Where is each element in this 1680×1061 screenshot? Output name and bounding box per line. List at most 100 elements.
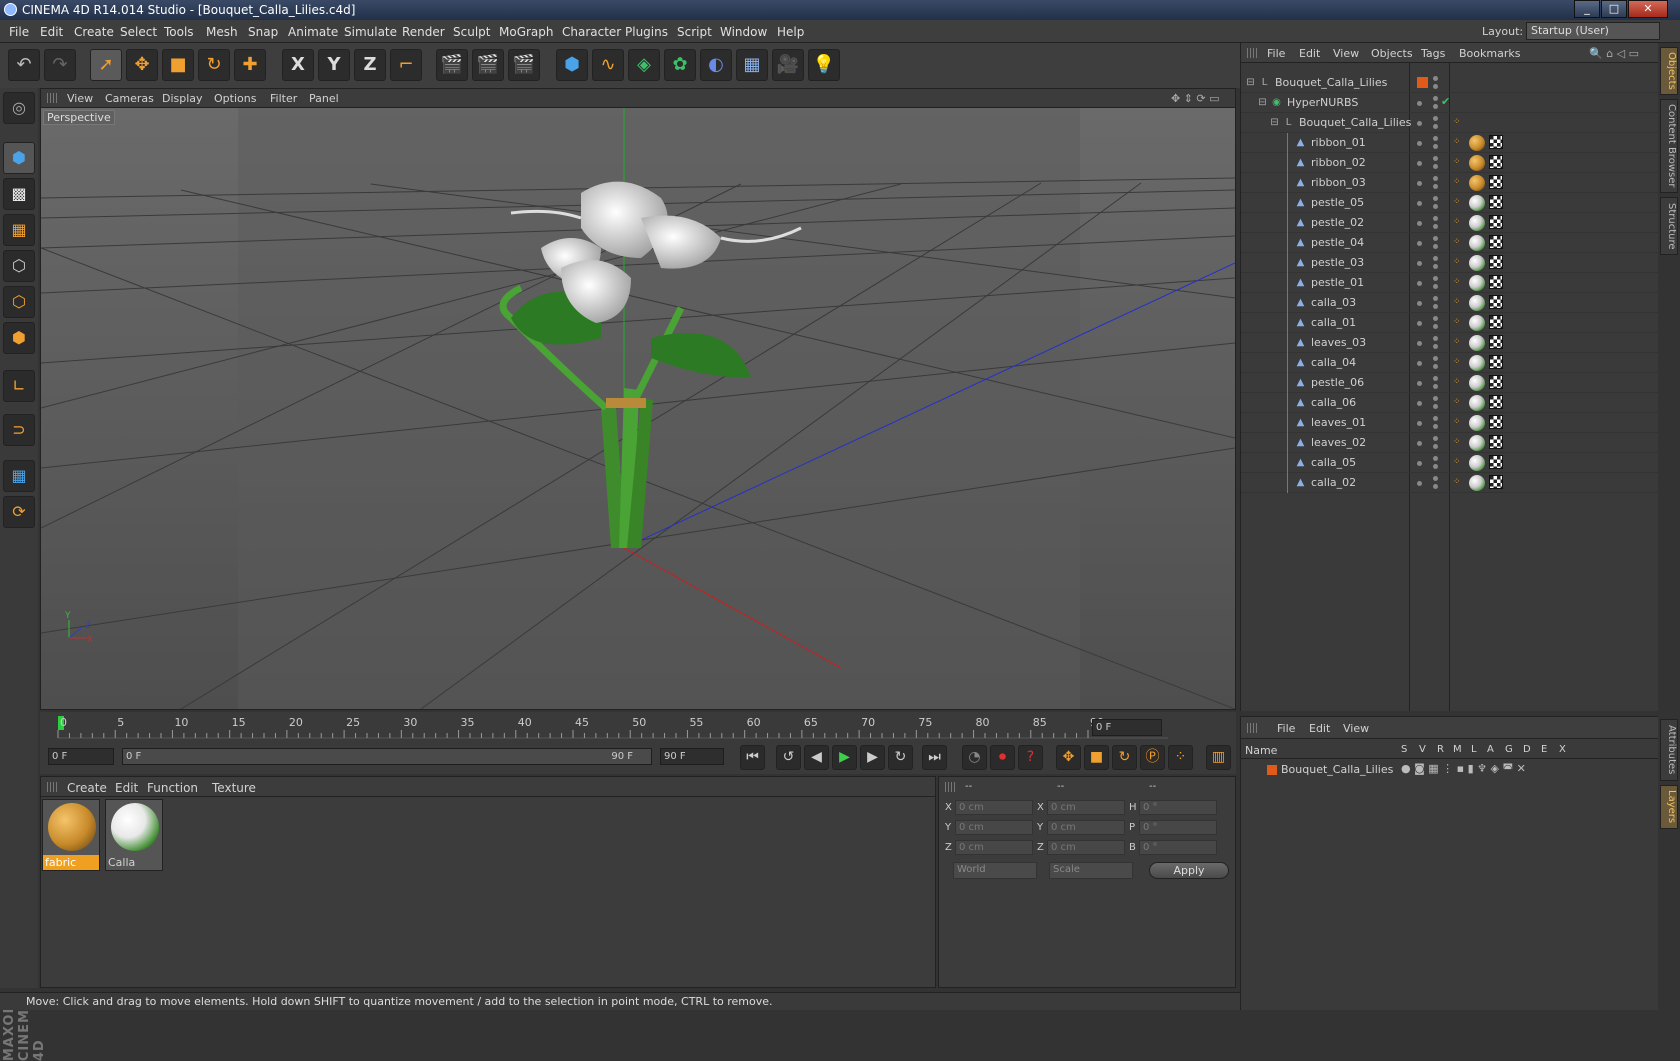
layer-col-xref[interactable]: X bbox=[1559, 744, 1566, 755]
visibility-dot[interactable] bbox=[1433, 196, 1438, 201]
viewport[interactable]: View Cameras Display Options Filter Pane… bbox=[40, 88, 1236, 710]
viewport-nav-icons[interactable]: ✥ ⇕ ⟳ ▭ bbox=[1171, 92, 1220, 105]
material-tag-icon[interactable] bbox=[1469, 315, 1485, 331]
render-dot[interactable] bbox=[1433, 384, 1438, 389]
layer-color-swatch[interactable] bbox=[1267, 765, 1277, 775]
phong-tag-icon[interactable]: ⁘ bbox=[1453, 117, 1461, 127]
spline-icon[interactable]: ∿ bbox=[592, 49, 624, 81]
material-tag-icon[interactable] bbox=[1469, 355, 1485, 371]
layer-dot[interactable] bbox=[1417, 161, 1422, 166]
key-position-icon[interactable]: ✥ bbox=[1056, 745, 1081, 770]
layer-col-manager[interactable]: M bbox=[1453, 744, 1462, 755]
layer-dot[interactable] bbox=[1417, 201, 1422, 206]
z-axis-icon[interactable]: Z bbox=[354, 49, 386, 81]
render-dot[interactable] bbox=[1433, 124, 1438, 129]
next-frame-icon[interactable]: ▶ bbox=[860, 745, 885, 770]
material-tag-icon[interactable] bbox=[1469, 215, 1485, 231]
layer-menu-edit[interactable]: Edit bbox=[1309, 722, 1330, 735]
frame-range-slider[interactable]: 0 F 90 F bbox=[122, 748, 652, 765]
phong-tag-icon[interactable]: ⁘ bbox=[1453, 377, 1461, 387]
render-dot[interactable] bbox=[1433, 204, 1438, 209]
layer-dot[interactable] bbox=[1417, 281, 1422, 286]
position-y-field[interactable]: 0 cm bbox=[955, 820, 1033, 835]
menu-snap[interactable]: Snap bbox=[248, 25, 278, 39]
layer-dot[interactable] bbox=[1417, 241, 1422, 246]
phong-tag-icon[interactable]: ⁘ bbox=[1453, 177, 1461, 187]
layer-dot[interactable] bbox=[1417, 381, 1422, 386]
object-row-child[interactable]: ▲ calla_04 ⁘ bbox=[1241, 353, 1659, 373]
prev-frame-icon[interactable]: ◀ bbox=[804, 745, 829, 770]
uvw-tag-icon[interactable] bbox=[1489, 475, 1503, 489]
layer-dot[interactable] bbox=[1417, 301, 1422, 306]
visibility-dot[interactable] bbox=[1433, 416, 1438, 421]
camera-icon[interactable]: 🎥 bbox=[772, 49, 804, 81]
uvw-tag-icon[interactable] bbox=[1489, 295, 1503, 309]
timeline-ruler[interactable]: 051015202530354045505560657075808590 bbox=[48, 712, 1178, 742]
tab-objects[interactable]: Objects bbox=[1660, 47, 1678, 95]
render-dot[interactable] bbox=[1433, 224, 1438, 229]
start-frame-field[interactable]: 0 F bbox=[48, 748, 114, 765]
maximize-button[interactable]: □ bbox=[1601, 0, 1627, 18]
tab-content-browser[interactable]: Content Browser bbox=[1660, 99, 1678, 193]
layer-dot[interactable] bbox=[1417, 341, 1422, 346]
mat-menu-edit[interactable]: Edit bbox=[115, 781, 138, 795]
menu-character[interactable]: Character bbox=[562, 25, 621, 39]
mat-menu-create[interactable]: Create bbox=[67, 781, 107, 795]
key-rotation-icon[interactable]: ↻ bbox=[1112, 745, 1137, 770]
phong-tag-icon[interactable]: ⁘ bbox=[1453, 477, 1461, 487]
phong-tag-icon[interactable]: ⁘ bbox=[1453, 337, 1461, 347]
uvw-tag-icon[interactable] bbox=[1489, 235, 1503, 249]
tab-attributes[interactable]: Attributes bbox=[1660, 719, 1678, 781]
layer-dot[interactable] bbox=[1417, 481, 1422, 486]
menu-edit[interactable]: Edit bbox=[40, 25, 63, 39]
uvw-tag-icon[interactable] bbox=[1489, 255, 1503, 269]
nurbs-icon[interactable]: ◈ bbox=[628, 49, 660, 81]
phong-tag-icon[interactable]: ⁘ bbox=[1453, 257, 1461, 267]
phong-tag-icon[interactable]: ⁘ bbox=[1453, 297, 1461, 307]
render-dot[interactable] bbox=[1433, 104, 1438, 109]
object-row-child[interactable]: ▲ calla_01 ⁘ bbox=[1241, 313, 1659, 333]
apply-button[interactable]: Apply bbox=[1149, 862, 1229, 879]
move-icon[interactable]: ✥ bbox=[126, 49, 158, 81]
render-dot[interactable] bbox=[1433, 404, 1438, 409]
uvw-tag-icon[interactable] bbox=[1489, 335, 1503, 349]
layer-toggle-icons[interactable]: ● ◙ ▦ ⋮ ▪ ▮ ♆ ◈ ◚ ✕ bbox=[1401, 762, 1526, 775]
material-tag-icon[interactable] bbox=[1469, 135, 1485, 151]
layer-dot[interactable] bbox=[1417, 441, 1422, 446]
cube-icon[interactable]: ⬢ bbox=[556, 49, 588, 81]
phong-tag-icon[interactable]: ⁘ bbox=[1453, 217, 1461, 227]
render-settings-icon[interactable]: 🎬 bbox=[508, 49, 540, 81]
uvw-tag-icon[interactable] bbox=[1489, 155, 1503, 169]
planar-workplane-icon[interactable]: ⟳ bbox=[3, 496, 35, 528]
position-z-field[interactable]: 0 cm bbox=[955, 840, 1033, 855]
visibility-dot[interactable] bbox=[1433, 136, 1438, 141]
object-row-child[interactable]: ▲ ribbon_02 ⁘ bbox=[1241, 153, 1659, 173]
visibility-dot[interactable] bbox=[1433, 476, 1438, 481]
next-key-icon[interactable]: ↻ bbox=[888, 745, 913, 770]
uvw-tag-icon[interactable] bbox=[1489, 455, 1503, 469]
key-scale-icon[interactable]: ■ bbox=[1084, 745, 1109, 770]
phong-tag-icon[interactable]: ⁘ bbox=[1453, 437, 1461, 447]
menu-plugins[interactable]: Plugins bbox=[625, 25, 668, 39]
size-z-field[interactable]: 0 cm bbox=[1047, 840, 1125, 855]
model-mode-icon[interactable]: ⬢ bbox=[3, 142, 35, 174]
render-dot[interactable] bbox=[1433, 344, 1438, 349]
phong-tag-icon[interactable]: ⁘ bbox=[1453, 457, 1461, 467]
menu-sculpt[interactable]: Sculpt bbox=[453, 25, 490, 39]
obj-menu-bookmarks[interactable]: Bookmarks bbox=[1459, 47, 1520, 60]
key-pla-icon[interactable]: ⁘ bbox=[1168, 745, 1193, 770]
layer-dot[interactable] bbox=[1417, 121, 1422, 126]
object-row-child[interactable]: ▲ ribbon_01 ⁘ bbox=[1241, 133, 1659, 153]
scale-icon[interactable]: ■ bbox=[162, 49, 194, 81]
layer-menu-view[interactable]: View bbox=[1343, 722, 1369, 735]
size-x-field[interactable]: 0 cm bbox=[1047, 800, 1125, 815]
material-fabric[interactable]: fabric bbox=[42, 799, 100, 871]
object-row-child[interactable]: ▲ calla_03 ⁘ bbox=[1241, 293, 1659, 313]
layer-dot[interactable] bbox=[1417, 321, 1422, 326]
add-icon[interactable]: ✚ bbox=[234, 49, 266, 81]
render-dot[interactable] bbox=[1433, 324, 1438, 329]
viewport-menu-display[interactable]: Display bbox=[162, 92, 203, 105]
goto-end-icon[interactable]: ⏭ bbox=[922, 745, 947, 770]
phong-tag-icon[interactable]: ⁘ bbox=[1453, 157, 1461, 167]
make-editable-icon[interactable]: ◎ bbox=[3, 92, 35, 124]
